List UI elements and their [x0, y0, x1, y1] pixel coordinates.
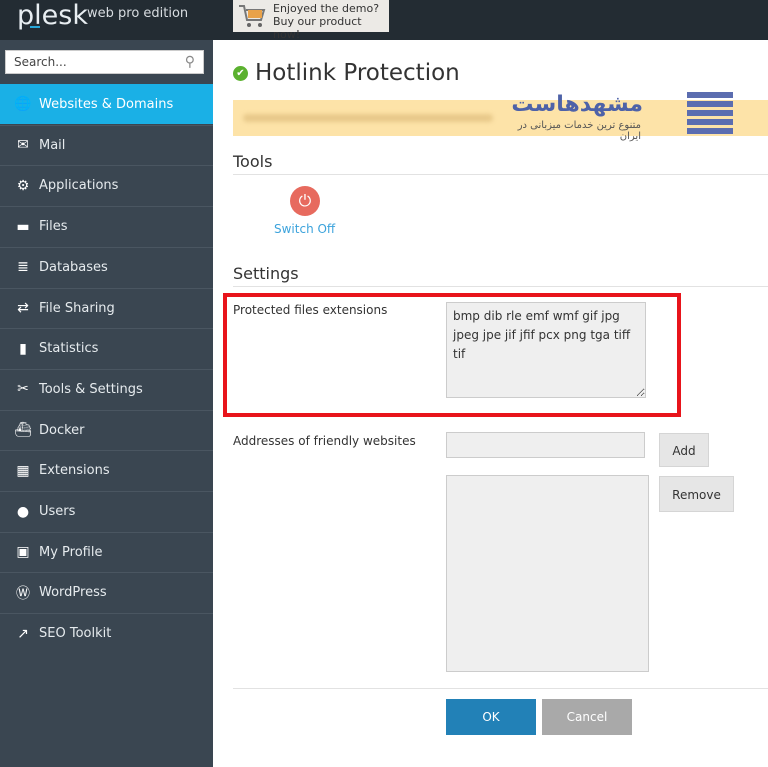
friendly-websites-list[interactable]	[446, 475, 649, 672]
remove-button[interactable]: Remove	[659, 476, 734, 512]
friendly-website-input[interactable]	[446, 432, 645, 458]
folder-icon: ▬	[16, 218, 30, 235]
sidebar-item-label: SEO Toolkit	[39, 626, 112, 642]
tools-heading: Tools	[233, 152, 768, 175]
sidebar: Search... ⚲ 🌐 Websites & Domains ✉ Mail ⚙ Appl…	[0, 40, 213, 767]
shopping-cart-icon	[239, 5, 266, 27]
mail-icon: ✉	[17, 137, 29, 154]
sidebar-item-extensions[interactable]: ▦ Extensions	[0, 450, 213, 490]
sidebar-item-label: Applications	[39, 178, 119, 194]
watermark-logo: مشهدهاست متنوع ترین خدمات میزبانی در ایر…	[511, 90, 733, 142]
watermark-tagline: متنوع ترین خدمات میزبانی در ایران	[517, 120, 641, 142]
sidebar-item-websites-domains[interactable]: 🌐 Websites & Domains	[0, 84, 213, 124]
plesk-logo[interactable]: plesk	[17, 0, 88, 31]
add-button[interactable]: Add	[659, 433, 709, 467]
logo-accent	[30, 26, 40, 28]
extensions-icon: ▦	[16, 462, 30, 479]
search-placeholder: Search...	[14, 55, 67, 69]
wordpress-icon: Ⓦ	[16, 585, 30, 602]
sidebar-item-label: Docker	[39, 422, 85, 438]
edition-label: web pro edition	[87, 6, 189, 21]
sidebar-item-label: Databases	[39, 259, 108, 275]
sidebar-item-databases[interactable]: ≣ Databases	[0, 246, 213, 287]
bar-chart-icon: ▮	[19, 340, 27, 357]
friendly-websites-label: Addresses of friendly websites	[233, 434, 416, 448]
sidebar-item-tools-settings[interactable]: ✂ Tools & Settings	[0, 368, 213, 409]
ok-button[interactable]: OK	[446, 699, 536, 735]
main-content: ✔ Hotlink Protection مشهدهاست متنوع ترین …	[213, 40, 768, 767]
search-icon[interactable]: ⚲	[185, 54, 195, 70]
database-icon: ≣	[17, 259, 29, 276]
gear-icon: ⚙	[16, 177, 30, 194]
sidebar-item-seo-toolkit[interactable]: ↗ SEO Toolkit	[0, 613, 213, 653]
sidebar-item-file-sharing[interactable]: ⇄ File Sharing	[0, 287, 213, 328]
top-header: plesk web pro edition Enjoyed the demo? …	[0, 0, 768, 41]
sidebar-item-applications[interactable]: ⚙ Applications	[0, 165, 213, 205]
watermark-name: مشهدهاست	[511, 92, 643, 117]
user-icon: ●	[16, 503, 30, 520]
profile-icon: ▣	[16, 544, 30, 561]
sidebar-item-wordpress[interactable]: Ⓦ WordPress	[0, 572, 213, 612]
sidebar-item-docker[interactable]: ⛴ Docker	[0, 409, 213, 450]
sidebar-item-statistics[interactable]: ▮ Statistics	[0, 328, 213, 368]
sidebar-item-my-profile[interactable]: ▣ My Profile	[0, 531, 213, 572]
promo-line-1: Enjoyed the demo?	[273, 2, 380, 15]
page-title-text: Hotlink Protection	[255, 60, 460, 86]
sidebar-item-label: Statistics	[39, 341, 99, 357]
cancel-button[interactable]: Cancel	[542, 699, 632, 735]
power-icon[interactable]: ⏻	[290, 186, 320, 216]
sidebar-item-label: Users	[39, 504, 76, 519]
page-title: ✔ Hotlink Protection	[233, 60, 460, 86]
buy-promo-banner[interactable]: Enjoyed the demo? Buy our product now!	[233, 0, 389, 41]
settings-heading: Settings	[233, 264, 768, 287]
seo-icon: ↗	[17, 625, 29, 642]
switch-off-link[interactable]: Switch Off	[274, 222, 335, 236]
tools-icon: ✂	[17, 381, 29, 398]
sidebar-item-mail[interactable]: ✉ Mail	[0, 124, 213, 165]
sidebar-item-label: Extensions	[39, 463, 110, 479]
sidebar-item-label: File Sharing	[39, 300, 115, 316]
sidebar-item-label: Tools & Settings	[39, 381, 143, 397]
sidebar-item-label: Websites & Domains	[39, 96, 174, 112]
sidebar-item-label: Files	[39, 219, 68, 235]
file-sharing-icon: ⇄	[17, 300, 29, 316]
sidebar-item-users[interactable]: ● Users	[0, 491, 213, 531]
search-input[interactable]: Search... ⚲	[5, 50, 204, 74]
highlight-box	[223, 293, 681, 417]
sidebar-item-label: Mail	[39, 137, 66, 153]
promo-line-2: Buy our product now!	[273, 15, 362, 41]
check-circle-icon: ✔	[233, 65, 248, 81]
docker-icon: ⛴	[14, 422, 32, 439]
blurred-message-text	[243, 114, 493, 122]
watermark-mark	[687, 92, 733, 136]
sidebar-item-files[interactable]: ▬ Files	[0, 206, 213, 246]
divider	[233, 688, 768, 689]
globe-icon: 🌐	[14, 96, 32, 112]
sidebar-item-label: WordPress	[39, 585, 107, 601]
sidebar-item-label: My Profile	[39, 544, 103, 560]
